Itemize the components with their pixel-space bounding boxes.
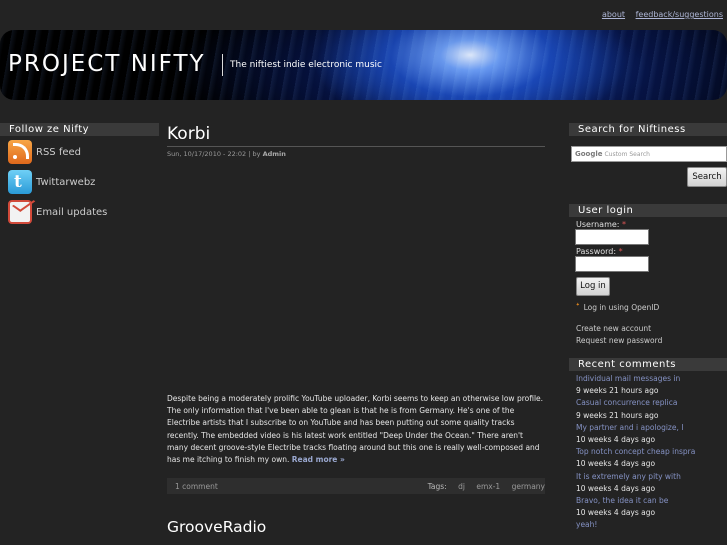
post-tags: Tags: dj emx-1 germany — [428, 482, 545, 491]
header-divider — [222, 54, 223, 76]
post-footer: 1 comment Tags: dj emx-1 germany — [167, 478, 545, 495]
post-title-rule — [167, 146, 545, 147]
post-by: | by — [248, 150, 261, 158]
comment-time: 10 weeks 4 days ago — [576, 483, 656, 493]
right-sidebar: Search for Niftiness Google Custom Searc… — [569, 123, 727, 532]
login-button[interactable]: Log in — [576, 277, 610, 296]
comment-link[interactable]: It is extremely any pity with — [576, 471, 727, 483]
post-body-text: Despite being a moderately prolific YouT… — [167, 394, 544, 465]
comment-time: 10 weeks 4 days ago — [576, 459, 656, 469]
comment-link[interactable]: Top notch concept cheap inspra — [576, 446, 727, 458]
post-author[interactable]: Admin — [263, 150, 286, 158]
main-content: Korbi Sun, 10/17/2010 - 22:02 | by Admin… — [167, 123, 545, 536]
comment-time: 10 weeks 4 days ago — [576, 435, 656, 445]
post-body: Despite being a moderately prolific YouT… — [167, 393, 545, 466]
comment-time: 10 weeks 4 days ago — [576, 508, 656, 518]
post-date: Sun, 10/17/2010 - 22:02 — [167, 150, 247, 158]
comment-link[interactable]: yeah! — [576, 519, 727, 531]
create-account-link[interactable]: Create new account — [576, 323, 727, 335]
recent-comments-title: Recent comments — [569, 358, 727, 371]
search-placeholder: Custom Search — [604, 151, 650, 158]
comment-link[interactable]: My partner and i apologize, I — [576, 422, 727, 434]
search-input[interactable]: Google Custom Search — [571, 146, 727, 162]
twitter-icon: t — [8, 170, 32, 194]
login-block-title: User login — [569, 204, 727, 217]
embedded-video[interactable] — [167, 158, 545, 393]
twitter-label[interactable]: Twittarwebz — [36, 177, 95, 188]
email-updates-link[interactable]: Email updates — [0, 200, 159, 224]
recent-comments-block: Recent comments Individual mail messages… — [569, 358, 727, 532]
top-links: about feedback/suggestions — [594, 10, 723, 19]
user-login-block: User login Username: * Password: * Log i… — [569, 204, 727, 347]
email-icon — [8, 200, 32, 224]
tag-link[interactable]: dj — [458, 482, 465, 491]
password-label: Password: * — [576, 247, 623, 256]
follow-block-title: Follow ze Nifty — [0, 123, 159, 136]
email-updates-label[interactable]: Email updates — [36, 207, 107, 218]
feedback-link[interactable]: feedback/suggestions — [636, 10, 723, 19]
openid-login-link[interactable]: ᐩ Log in using OpenID — [576, 302, 727, 312]
google-logo: Google — [575, 150, 603, 158]
tags-label: Tags: — [427, 481, 447, 491]
rss-icon — [8, 140, 32, 164]
post-title[interactable]: GrooveRadio — [167, 518, 545, 536]
tag-link[interactable]: germany — [512, 482, 545, 491]
post-title[interactable]: Korbi — [167, 123, 545, 145]
comment-link[interactable]: Individual mail messages in — [576, 373, 727, 385]
openid-label[interactable]: Log in using OpenID — [584, 303, 660, 312]
twitter-link[interactable]: t Twittarwebz — [0, 170, 159, 194]
comment-time: 9 weeks 21 hours ago — [576, 410, 659, 420]
read-more-link[interactable]: Read more » — [292, 455, 345, 464]
rss-feed-link[interactable]: RSS feed — [0, 140, 159, 164]
site-name[interactable]: PROJECT NIFTY — [8, 51, 206, 77]
openid-icon: ᐩ — [576, 302, 580, 312]
comment-link[interactable]: Casual concurrence replica — [576, 397, 727, 409]
post-meta: Sun, 10/17/2010 - 22:02 | by Admin — [167, 150, 545, 158]
site-slogan: The niftiest indie electronic music — [230, 60, 382, 70]
search-block-title: Search for Niftiness — [569, 123, 727, 136]
tag-link[interactable]: emx-1 — [476, 482, 500, 491]
comment-link[interactable]: Bravo, the idea it can be — [576, 495, 727, 507]
rss-feed-label[interactable]: RSS feed — [36, 147, 81, 158]
username-field[interactable] — [575, 229, 649, 245]
about-link[interactable]: about — [602, 10, 625, 19]
comment-time: 9 weeks 21 hours ago — [576, 386, 659, 396]
comments-link[interactable]: 1 comment — [175, 482, 218, 491]
header-banner: PROJECT NIFTY The niftiest indie electro… — [0, 30, 727, 100]
password-field[interactable] — [575, 256, 649, 272]
request-password-link[interactable]: Request new password — [576, 335, 727, 347]
left-sidebar: Follow ze Nifty RSS feed t Twittarwebz E… — [0, 123, 159, 224]
username-label: Username: * — [576, 220, 627, 229]
search-button[interactable]: Search — [687, 167, 727, 187]
